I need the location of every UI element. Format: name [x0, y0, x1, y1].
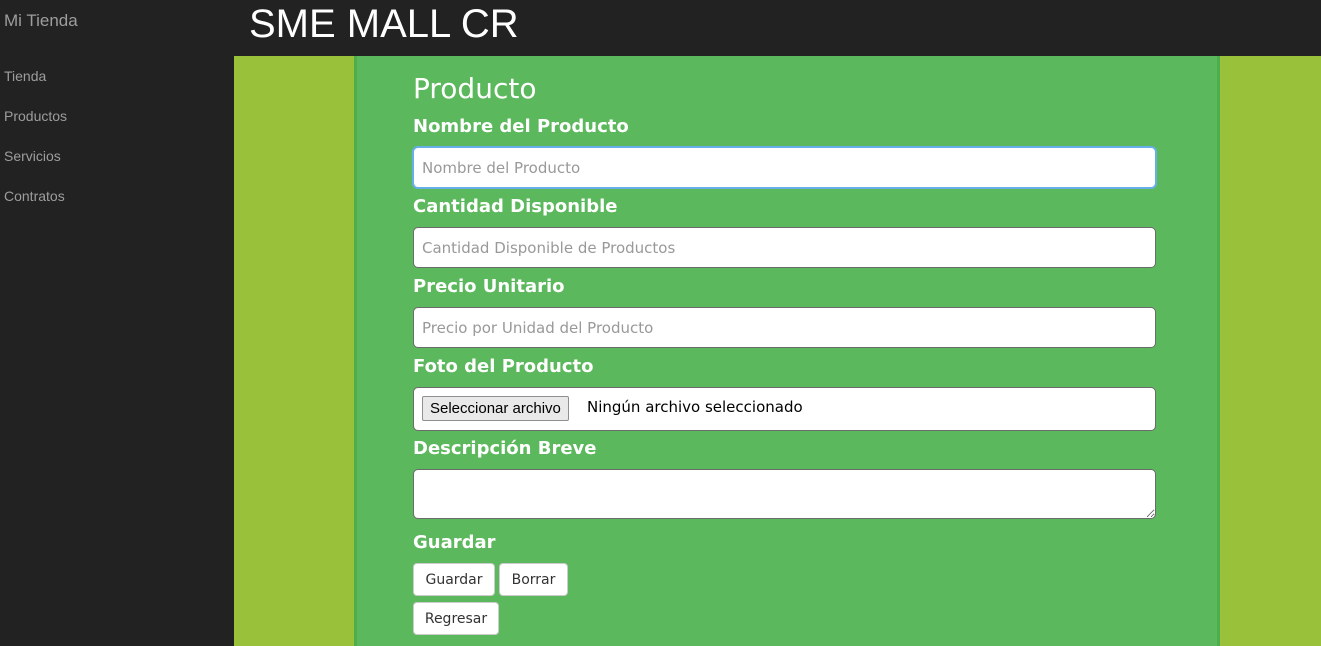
sidebar: Mi Tienda Tienda Productos Servicios Con… [0, 0, 234, 646]
brand-link[interactable]: Mi Tienda [4, 11, 78, 31]
unit-price-input[interactable] [413, 307, 1156, 348]
photo-file-input[interactable]: Seleccionar archivo Ningún archivo selec… [413, 387, 1156, 431]
sidebar-item-productos[interactable]: Productos [4, 108, 67, 124]
description-label: Descripción Breve [413, 438, 597, 459]
product-name-input[interactable] [413, 147, 1156, 188]
file-status-text: Ningún archivo seleccionado [587, 398, 803, 416]
photo-label: Foto del Producto [413, 356, 594, 377]
sidebar-item-servicios[interactable]: Servicios [4, 148, 61, 164]
quantity-input[interactable] [413, 227, 1156, 268]
actions-label: Guardar [413, 532, 496, 553]
quantity-label: Cantidad Disponible [413, 196, 618, 217]
top-header: SME MALL CR [234, 0, 1321, 56]
clear-button[interactable]: Borrar [499, 563, 568, 596]
back-button[interactable]: Regresar [413, 602, 499, 635]
sidebar-item-tienda[interactable]: Tienda [4, 68, 46, 84]
form-title: Producto [413, 72, 537, 105]
product-form-panel: Producto Nombre del Producto Cantidad Di… [354, 56, 1220, 646]
sidebar-item-contratos[interactable]: Contratos [4, 188, 65, 204]
main-content: Producto Nombre del Producto Cantidad Di… [234, 56, 1321, 646]
description-textarea[interactable] [413, 469, 1156, 519]
choose-file-button[interactable]: Seleccionar archivo [422, 396, 569, 421]
save-button[interactable]: Guardar [413, 563, 495, 596]
site-title: SME MALL CR [249, 2, 519, 46]
name-label: Nombre del Producto [413, 116, 629, 137]
price-label: Precio Unitario [413, 276, 565, 297]
